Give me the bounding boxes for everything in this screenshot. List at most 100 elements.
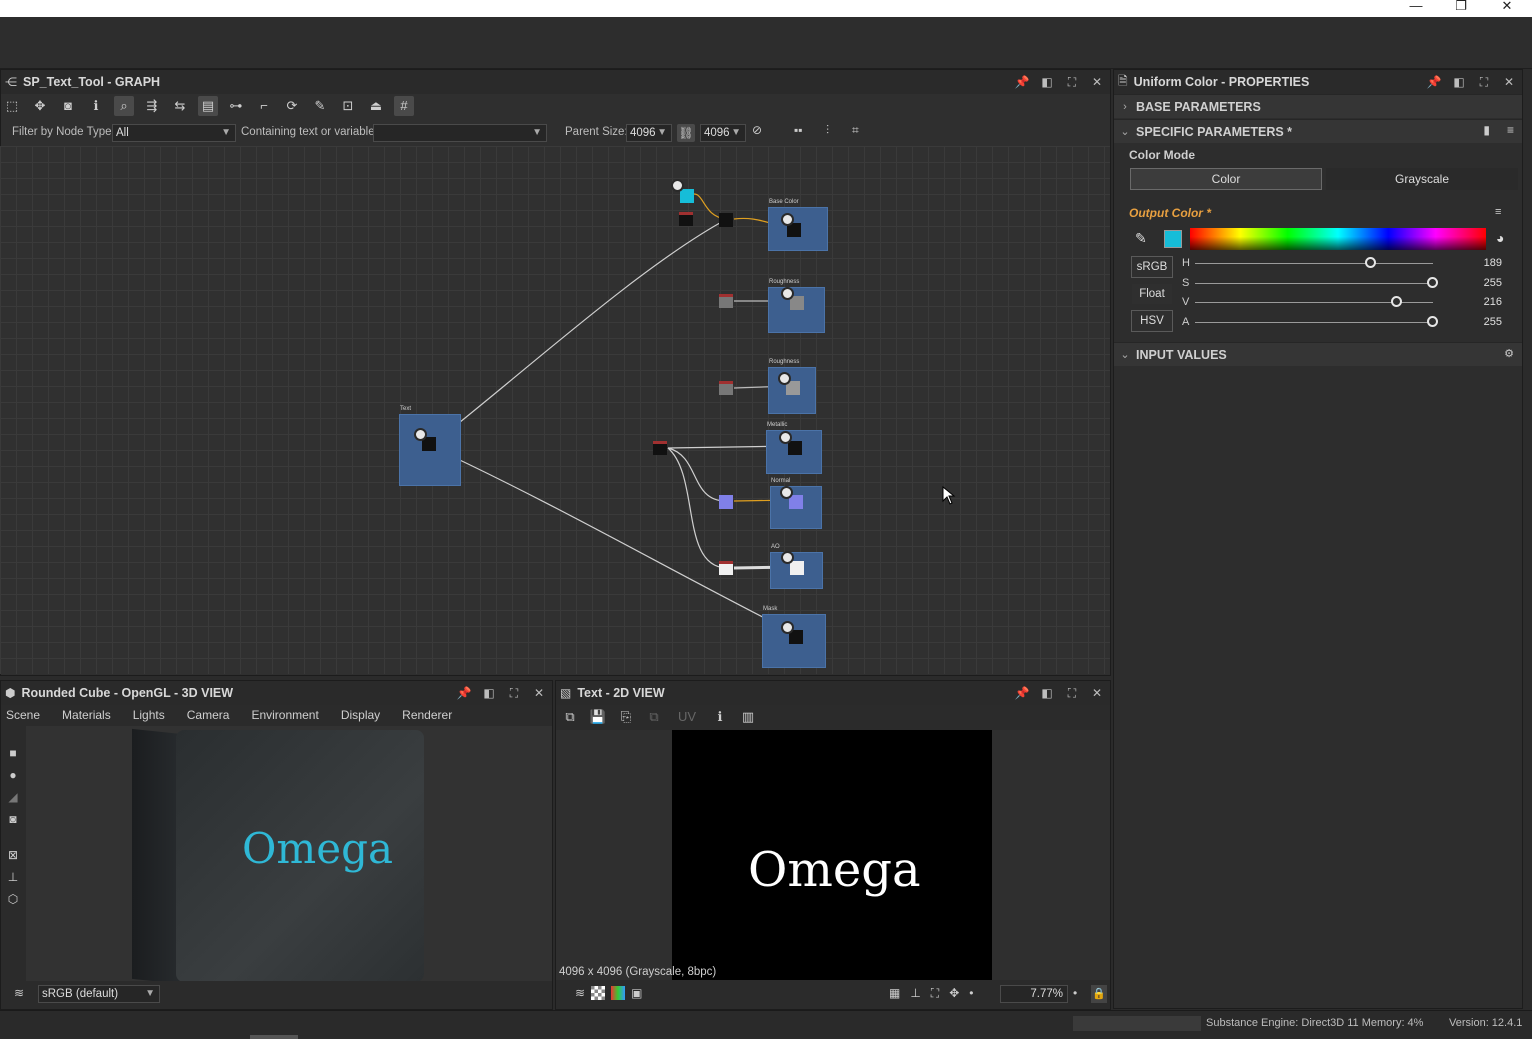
base-parameters-section[interactable]: › BASE PARAMETERS bbox=[1114, 94, 1522, 118]
channel-s-value[interactable]: 255 bbox=[1472, 277, 1502, 289]
color-mode-grayscale-button[interactable]: Grayscale bbox=[1326, 168, 1518, 190]
menu-environment[interactable]: Environment bbox=[251, 708, 318, 722]
pin-icon[interactable]: 📌 bbox=[455, 684, 473, 702]
pivot-icon[interactable]: ⊥ bbox=[910, 986, 920, 1001]
snapshot-icon[interactable]: ◙ bbox=[9, 812, 16, 826]
contains-text-input[interactable]: ▼ bbox=[373, 124, 547, 142]
fit-icon[interactable]: ⛶ bbox=[931, 986, 939, 1001]
input-node[interactable] bbox=[719, 381, 733, 395]
graph-node-output[interactable]: Roughness bbox=[768, 279, 825, 333]
channel-s-slider[interactable] bbox=[1195, 283, 1433, 284]
maximize-panel-icon[interactable]: ⛶ bbox=[505, 684, 523, 702]
close-window-button[interactable]: ✕ bbox=[1487, 0, 1527, 17]
curve-icon[interactable]: ⌐ bbox=[254, 96, 274, 116]
3d-viewport[interactable]: Omega bbox=[26, 726, 552, 981]
menu-renderer[interactable]: Renderer bbox=[402, 708, 452, 722]
pin-icon[interactable]: 📌 bbox=[1425, 73, 1443, 91]
light-icon[interactable]: ● bbox=[9, 768, 16, 782]
maximize-panel-icon[interactable]: ⛶ bbox=[1475, 73, 1493, 91]
tools-icon[interactable]: ✎ bbox=[310, 96, 330, 116]
publish-icon[interactable]: ⏏ bbox=[366, 96, 386, 116]
crop-icon[interactable]: ⌗ bbox=[852, 123, 859, 138]
export-image-icon[interactable]: ⧉ bbox=[560, 707, 580, 727]
channel-a-knob[interactable] bbox=[1427, 316, 1438, 327]
frame-selected-icon[interactable]: ✥ bbox=[30, 96, 50, 116]
float-button[interactable]: Float bbox=[1131, 283, 1173, 305]
channel-h-slider[interactable] bbox=[1195, 263, 1433, 264]
channel-h-value[interactable]: 189 bbox=[1472, 257, 1502, 269]
pin-icon[interactable]: 📌 bbox=[1013, 684, 1031, 702]
menu-icon[interactable]: ≡ bbox=[1507, 123, 1514, 137]
histogram-icon[interactable]: ▥ bbox=[738, 707, 758, 727]
connect-icon[interactable]: ⫶ bbox=[826, 123, 829, 138]
align-icon[interactable]: ⇶ bbox=[142, 96, 162, 116]
input-node[interactable] bbox=[679, 212, 693, 226]
color-mode-color-button[interactable]: Color bbox=[1130, 168, 1322, 190]
layers-icon[interactable]: ≋ bbox=[575, 986, 585, 1000]
comment-icon[interactable]: ▤ bbox=[198, 96, 218, 116]
float-panel-icon[interactable]: ◧ bbox=[1450, 73, 1468, 91]
link-icon[interactable]: ⊶ bbox=[226, 96, 246, 116]
channel-a-slider[interactable] bbox=[1195, 322, 1433, 323]
2d-viewport[interactable]: Omega bbox=[556, 730, 1110, 980]
eyedropper-icon[interactable]: ✎ bbox=[1135, 230, 1147, 247]
zoom-in-icon[interactable]: • bbox=[1073, 986, 1077, 1000]
link-size-icon[interactable]: ⛓ bbox=[677, 124, 695, 142]
copy-icon[interactable]: ⎘ bbox=[616, 707, 636, 727]
zoom-out-icon[interactable]: • bbox=[969, 986, 973, 1001]
search-icon[interactable]: ⌕ bbox=[114, 96, 134, 116]
srgb-button[interactable]: sRGB bbox=[1131, 256, 1173, 278]
normal-node[interactable] bbox=[719, 495, 733, 509]
lock-icon[interactable]: 🔒 bbox=[1091, 985, 1107, 1003]
minimize-button[interactable]: — bbox=[1396, 0, 1436, 17]
input-node[interactable] bbox=[719, 561, 733, 575]
rotate-icon[interactable]: ⟳ bbox=[282, 96, 302, 116]
info-icon[interactable]: ℹ bbox=[86, 96, 106, 116]
menu-materials[interactable]: Materials bbox=[62, 708, 111, 722]
cube-mode-icon[interactable]: ⬡ bbox=[8, 892, 18, 906]
resize-handle[interactable] bbox=[250, 1035, 298, 1039]
nodes-icon[interactable]: ▪▪ bbox=[794, 123, 803, 137]
frame-all-icon[interactable]: ⬚ bbox=[2, 96, 22, 116]
input-node[interactable] bbox=[653, 441, 667, 455]
close-panel-icon[interactable]: ✕ bbox=[1500, 73, 1518, 91]
filter-node-type-select[interactable]: All ▼ bbox=[112, 124, 236, 142]
screenshot-icon[interactable]: ◙ bbox=[58, 96, 78, 116]
preset-icon[interactable]: ▮ bbox=[1483, 123, 1490, 137]
specific-parameters-section[interactable]: ⌄ SPECIFIC PARAMETERS * ▮ ≡ bbox=[1114, 119, 1522, 143]
display-icon[interactable]: ▣ bbox=[631, 986, 642, 1000]
reset-icon[interactable]: ⊘ bbox=[752, 123, 762, 137]
float-panel-icon[interactable]: ◧ bbox=[1038, 684, 1056, 702]
export-icon[interactable]: ⊡ bbox=[338, 96, 358, 116]
colorspace-select[interactable]: sRGB (default) ▼ bbox=[38, 985, 160, 1003]
layers-icon[interactable]: ≋ bbox=[14, 986, 24, 1000]
grid-icon[interactable]: ▦ bbox=[889, 986, 900, 1001]
pin-icon[interactable]: 📌 bbox=[1013, 73, 1031, 91]
parent-size-height-select[interactable]: 4096 ▼ bbox=[700, 124, 746, 142]
hsv-button[interactable]: HSV bbox=[1131, 310, 1173, 332]
axis-icon[interactable]: ⊥ bbox=[8, 870, 18, 884]
zoom-input[interactable]: 7.77% bbox=[1000, 985, 1068, 1003]
close-panel-icon[interactable]: ✕ bbox=[1088, 684, 1106, 702]
input-node[interactable] bbox=[719, 294, 733, 308]
channel-s-knob[interactable] bbox=[1427, 277, 1438, 288]
center-icon[interactable]: ✥ bbox=[949, 986, 959, 1001]
tile-icon[interactable]: ⧉ bbox=[644, 707, 664, 727]
menu-display[interactable]: Display bbox=[341, 708, 380, 722]
hue-spectrum-bar[interactable] bbox=[1190, 228, 1486, 250]
maximize-panel-icon[interactable]: ⛶ bbox=[1063, 73, 1081, 91]
environment-icon[interactable]: ◢ bbox=[8, 790, 17, 804]
palette-icon[interactable]: ◕ bbox=[1496, 230, 1504, 246]
camera-icon[interactable]: ■ bbox=[9, 746, 16, 760]
channel-v-value[interactable]: 216 bbox=[1472, 296, 1502, 308]
color-swatch[interactable] bbox=[1164, 230, 1182, 248]
wireframe-icon[interactable]: ⊠ bbox=[8, 848, 18, 862]
menu-camera[interactable]: Camera bbox=[187, 708, 230, 722]
uniform-color-node[interactable] bbox=[680, 189, 694, 203]
menu-lights[interactable]: Lights bbox=[133, 708, 165, 722]
input-values-section[interactable]: ⌄ INPUT VALUES ⚙ bbox=[1114, 342, 1522, 366]
parent-size-width-select[interactable]: 4096 ▼ bbox=[626, 124, 672, 142]
float-panel-icon[interactable]: ◧ bbox=[1038, 73, 1056, 91]
blend-node[interactable] bbox=[719, 213, 733, 227]
grid-snap-icon[interactable]: # bbox=[394, 96, 414, 116]
